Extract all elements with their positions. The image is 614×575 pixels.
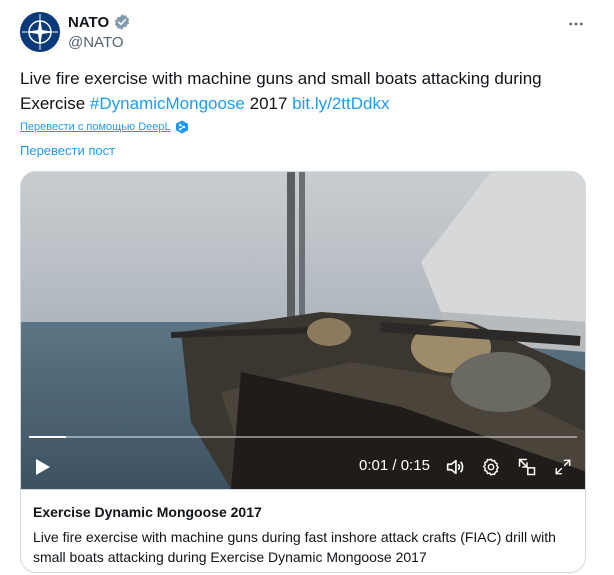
url-link[interactable]: bit.ly/2ttDdkx [292,94,389,113]
video-frame [21,172,585,489]
tweet: NATO @NATO Live fire exercise with machi… [0,0,614,575]
settings-gear-icon[interactable] [480,456,502,478]
card-meta[interactable]: Exercise Dynamic Mongoose 2017 Live fire… [21,489,585,572]
video-card[interactable]: 0:01 / 0:15 Exercise Dynamic Mongoose 20… [20,171,586,573]
deepl-translate-link[interactable]: Перевести с помощью DeepL [20,120,189,134]
more-options-icon[interactable] [562,12,590,36]
picture-in-picture-icon[interactable] [516,456,538,478]
video-time: 0:01 / 0:15 [359,457,430,474]
author-name[interactable]: NATO [68,14,109,31]
card-title: Exercise Dynamic Mongoose 2017 [33,504,262,520]
author-info: NATO @NATO [68,12,131,51]
author-handle[interactable]: @NATO [68,34,131,51]
deepl-icon [175,120,189,134]
video-progress-bar[interactable] [29,436,577,438]
translate-post-link[interactable]: Перевести пост [20,143,115,158]
author-name-row: NATO [68,12,131,32]
video-duration: 0:15 [400,457,430,474]
video-progress-fill [29,436,66,438]
avatar[interactable] [20,12,60,52]
volume-icon[interactable] [444,456,466,478]
tweet-text: Live fire exercise with machine guns and… [20,66,590,116]
video-current-time: 0:01 [359,457,389,474]
video-time-separator: / [388,457,401,474]
nato-logo-icon [20,12,60,52]
tweet-text-middle: 2017 [244,94,293,113]
video-player[interactable]: 0:01 / 0:15 [21,172,585,489]
deepl-translate-label: Перевести с помощью DeepL [20,121,171,133]
verified-badge-icon[interactable] [113,13,131,31]
hashtag-link[interactable]: #DynamicMongoose [90,94,245,113]
card-description: Live fire exercise with machine guns dur… [33,529,556,565]
play-icon[interactable] [33,456,53,478]
fullscreen-icon[interactable] [552,456,574,478]
